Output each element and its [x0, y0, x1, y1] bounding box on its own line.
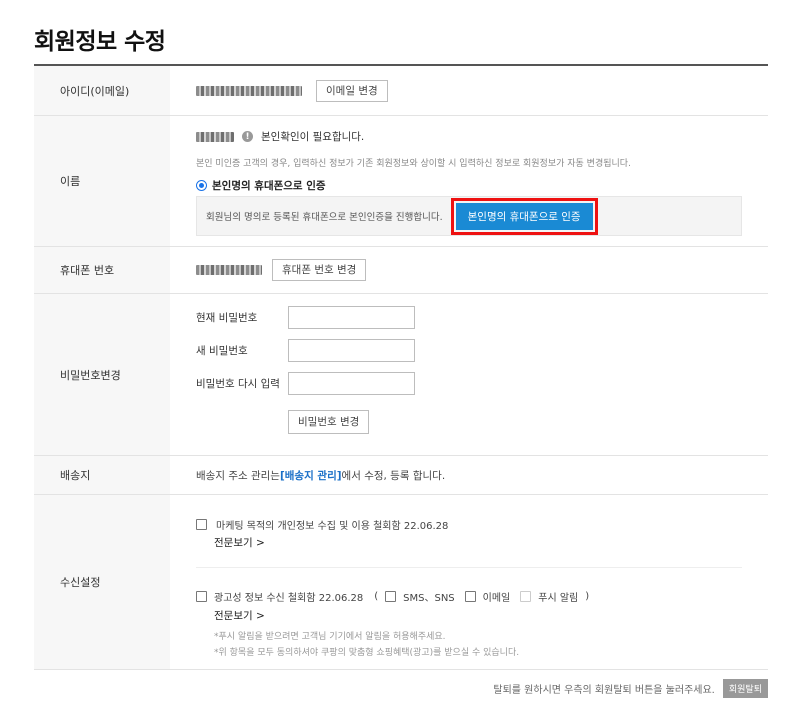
row-email: 아이디(이메일) 이메일 변경: [34, 66, 768, 116]
phone-auth-radio[interactable]: 본인명의 휴대폰으로 인증: [196, 178, 326, 193]
new-password-input[interactable]: [288, 339, 415, 362]
email-checkbox[interactable]: [464, 591, 476, 602]
withdraw-guide-text: 탈퇴를 원하시면 우측의 회원탈퇴 버튼을 눌러주세요.: [493, 685, 715, 696]
confirm-password-label: 비밀번호 다시 입력: [196, 378, 280, 390]
new-password-label: 새 비밀번호: [196, 345, 248, 357]
ad-withdraw-checkbox[interactable]: [196, 591, 207, 602]
view-full-terms-link-2[interactable]: 전문보기 >: [214, 608, 265, 623]
address-manage-link[interactable]: [배송지 관리]: [280, 468, 342, 483]
phone-auth-button[interactable]: 본인명의 휴대폰으로 인증: [455, 202, 593, 230]
sms-label: SMS、SNS: [403, 593, 455, 604]
phone-auth-text: 회원님의 명의로 등록된 휴대폰으로 본인인증을 진행합니다.: [206, 212, 443, 223]
identity-notice: 본인확인이 필요합니다.: [261, 131, 365, 143]
divider: [196, 567, 742, 568]
push-label: 푸시 알림: [538, 593, 579, 604]
footer: 탈퇴를 원하시면 우측의 회원탈퇴 버튼을 눌러주세요. 회원탈퇴: [493, 679, 768, 698]
row-label-email: 아이디(이메일): [34, 66, 170, 115]
view-full-terms-link-1[interactable]: 전문보기 >: [214, 535, 265, 550]
address-text-after: 에서 수정, 등록 합니다.: [341, 469, 446, 482]
sms-checkbox[interactable]: [385, 591, 397, 602]
masked-name: [196, 131, 234, 142]
page-title: 회원정보 수정: [34, 29, 166, 55]
phone-auth-radio-label: 본인명의 휴대폰으로 인증: [212, 180, 326, 192]
address-text-before: 배송지 주소 관리는: [196, 469, 280, 482]
benefit-note: *위 항목을 모두 동의하셔야 쿠팡의 맞춤형 쇼핑혜택(광고)를 받으실 수 …: [214, 648, 520, 658]
current-password-label: 현재 비밀번호: [196, 312, 258, 324]
row-label-phone: 휴대폰 번호: [34, 247, 170, 293]
confirm-password-input[interactable]: [288, 372, 415, 395]
paren-open: (: [374, 591, 379, 602]
masked-phone-number: [196, 265, 262, 275]
ad-withdraw-label: 광고성 정보 수신 철회함 22.06.28: [214, 593, 364, 604]
row-label-name: 이름: [34, 116, 170, 246]
row-password: 비밀번호변경 현재 비밀번호 새 비밀번호 비밀번호 다시 입력 비밀번호 변경: [34, 294, 768, 456]
row-address: 배송지 배송지 주소 관리는 [배송지 관리] 에서 수정, 등록 합니다.: [34, 456, 768, 495]
row-label-receive: 수신설정: [34, 495, 170, 669]
member-info-form: 아이디(이메일) 이메일 변경 이름 ! 본인확인이 필요합니다. 본인 미인증…: [34, 64, 768, 670]
current-password-input[interactable]: [288, 306, 415, 329]
row-receive-settings: 수신설정 마케팅 목적의 개인정보 수집 및 이용 철회함 22.06.28 전…: [34, 495, 768, 670]
masked-email: [196, 85, 302, 96]
row-label-password: 비밀번호변경: [34, 294, 170, 455]
marketing-withdraw-checkbox[interactable]: [196, 519, 207, 530]
phone-auth-box: 회원님의 명의로 등록된 휴대폰으로 본인인증을 진행합니다. 본인명의 휴대폰…: [196, 196, 742, 236]
row-label-address: 배송지: [34, 456, 170, 494]
change-phone-button[interactable]: 휴대폰 번호 변경: [272, 259, 367, 281]
push-note: *푸시 알림을 받으려면 고객님 기기에서 알림을 허용해주세요.: [214, 632, 446, 642]
marketing-withdraw-label: 마케팅 목적의 개인정보 수집 및 이용 철회함 22.06.28: [216, 521, 449, 532]
withdraw-button[interactable]: 회원탈퇴: [722, 679, 768, 698]
row-phone: 휴대폰 번호 휴대폰 번호 변경: [34, 247, 768, 294]
identity-description: 본인 미인증 고객의 경우, 입력하신 정보가 기존 회원정보와 상이할 시 입…: [196, 159, 631, 169]
change-password-button[interactable]: 비밀번호 변경: [288, 410, 370, 434]
row-name: 이름 ! 본인확인이 필요합니다. 본인 미인증 고객의 경우, 입력하신 정보…: [34, 116, 768, 247]
email-label: 이메일: [482, 593, 511, 604]
paren-close: ): [585, 591, 590, 602]
info-icon: !: [242, 131, 253, 142]
highlight-box: 본인명의 휴대폰으로 인증: [450, 197, 598, 235]
push-checkbox[interactable]: [520, 591, 532, 602]
change-email-button[interactable]: 이메일 변경: [316, 79, 388, 102]
radio-selected-icon[interactable]: [196, 180, 207, 191]
